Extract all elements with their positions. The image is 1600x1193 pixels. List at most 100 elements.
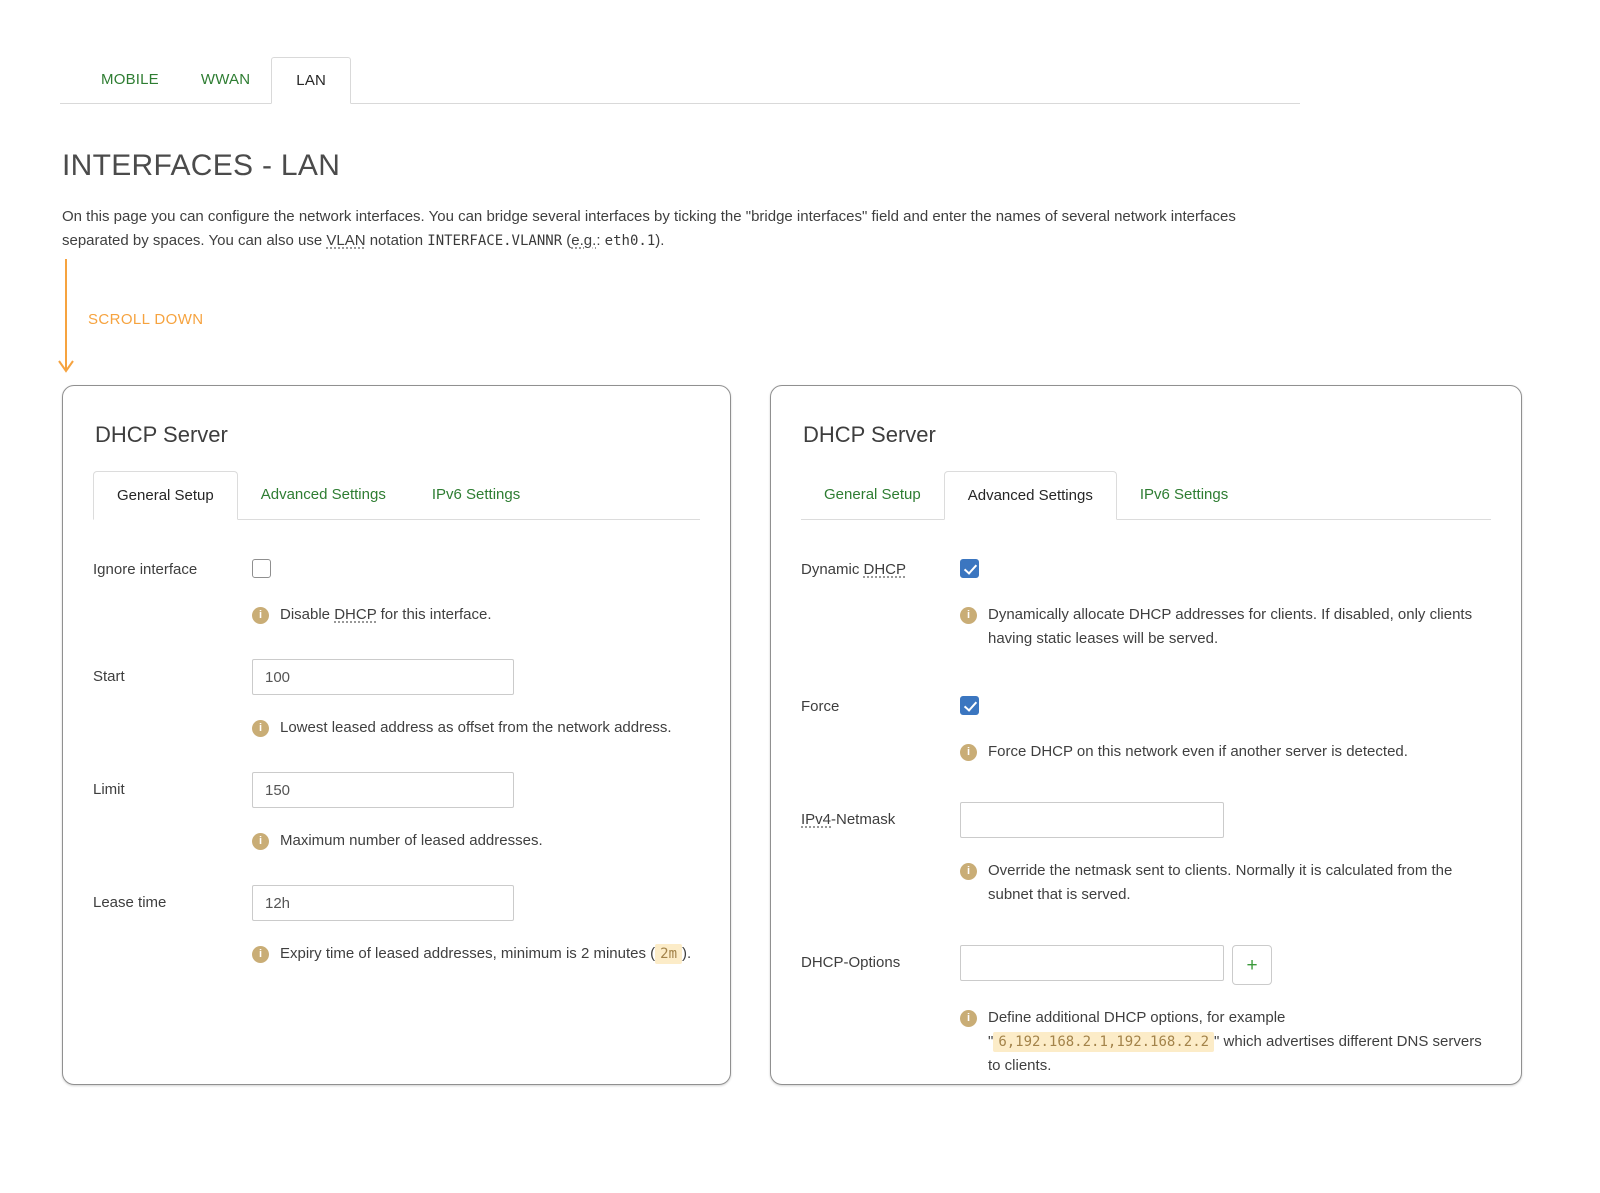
dhcp-options-input[interactable] [960,945,1224,981]
info-icon [252,720,269,737]
info-icon [252,946,269,963]
force-label: Force [801,689,960,764]
panel-title: DHCP Server [95,422,700,448]
start-help: Lowest leased address as offset from the… [280,716,672,740]
limit-help: Maximum number of leased addresses. [280,829,543,853]
row-control: + Define additional DHCP options, for ex… [960,945,1491,1078]
lease-time-help: Expiry time of leased addresses, minimum… [280,942,691,966]
tab-ipv6-settings[interactable]: IPv6 Settings [1117,471,1251,519]
help-text: Expiry time of leased addresses, minimum… [280,945,655,962]
panel-title: DHCP Server [803,422,1491,448]
row-control: Expiry time of leased addresses, minimum… [252,885,700,966]
info-icon [960,744,977,761]
tab-advanced-settings[interactable]: Advanced Settings [944,471,1117,520]
interface-vlannr-code: INTERFACE.VLANNR [427,233,562,249]
dhcp-tabs: General Setup Advanced Settings IPv6 Set… [801,471,1491,520]
limit-label: Limit [93,772,252,853]
form-row-force: Force Force DHCP on this network even if… [801,689,1491,764]
interface-tabbar: MOBILE WWAN LAN [60,57,1300,104]
row-control: Disable DHCP for this interface. [252,552,700,627]
label-text: -Netmask [831,811,895,828]
vlan-abbr: VLAN [326,232,365,249]
help-row: Expiry time of leased addresses, minimum… [252,942,700,966]
form-row-lease-time: Lease time Expiry time of leased address… [93,885,700,966]
tab-mobile[interactable]: MOBILE [80,57,180,103]
description-text: ). [655,232,664,249]
force-help: Force DHCP on this network even if anoth… [988,740,1408,764]
tab-general-setup[interactable]: General Setup [801,471,944,519]
row-control: Lowest leased address as offset from the… [252,659,700,740]
form-row-dynamic-dhcp: Dynamic DHCP Dynamically allocate DHCP a… [801,552,1491,651]
eth0-code: eth0.1 [605,233,656,249]
tab-general-setup[interactable]: General Setup [93,471,238,520]
lease-time-label: Lease time [93,885,252,966]
lease-time-min-code: 2m [655,944,682,964]
force-checkbox[interactable] [960,696,979,715]
start-label: Start [93,659,252,740]
dhcp-tabs: General Setup Advanced Settings IPv6 Set… [93,471,700,520]
info-icon [960,1010,977,1027]
dhcp-options-label: DHCP-Options [801,945,960,1078]
row-control: Dynamically allocate DHCP addresses for … [960,552,1491,651]
ipv4-netmask-help: Override the netmask sent to clients. No… [988,859,1491,907]
interface-tabs: MOBILE WWAN LAN [60,57,1300,104]
scroll-annotation: SCROLL DOWN [60,253,1600,385]
help-row: Dynamically allocate DHCP addresses for … [960,603,1491,651]
description-text: notation [366,232,428,249]
description-text: ( [562,232,571,249]
help-row: Override the netmask sent to clients. No… [960,859,1491,907]
dhcp-server-panel-advanced: DHCP Server General Setup Advanced Setti… [770,385,1522,1085]
ignore-interface-label: Ignore interface [93,552,252,627]
ipv4-abbr: IPv4 [801,811,831,828]
form-row-start: Start Lowest leased address as offset fr… [93,659,700,740]
dhcp-options-example-code: 6,192.168.2.1,192.168.2.2 [993,1032,1214,1052]
row-control: Force DHCP on this network even if anoth… [960,689,1491,764]
description-text: : [596,232,604,249]
form-row-ipv4-netmask: IPv4-Netmask Override the netmask sent t… [801,802,1491,907]
help-text: ). [682,945,691,962]
row-control: Maximum number of leased addresses. [252,772,700,853]
tab-wwan[interactable]: WWAN [180,57,271,103]
label-text: Dynamic [801,561,864,578]
help-row: Disable DHCP for this interface. [252,603,700,627]
tab-ipv6-settings[interactable]: IPv6 Settings [409,471,543,519]
dhcp-abbr: DHCP [334,606,376,623]
help-row: Force DHCP on this network even if anoth… [960,740,1491,764]
dynamic-dhcp-label: Dynamic DHCP [801,552,960,651]
ignore-interface-checkbox[interactable] [252,559,271,578]
tab-advanced-settings[interactable]: Advanced Settings [238,471,409,519]
dhcp-options-help: Define additional DHCP options, for exam… [988,1006,1491,1078]
ipv4-netmask-label: IPv4-Netmask [801,802,960,907]
help-row: Maximum number of leased addresses. [252,829,700,853]
start-input[interactable] [252,659,514,695]
info-icon [960,863,977,880]
form-row-ignore-interface: Ignore interface Disable DHCP for this i… [93,552,700,627]
info-icon [252,607,269,624]
scroll-down-arrow-icon [58,257,76,379]
form-row-dhcp-options: DHCP-Options + Define additional DHCP op… [801,945,1491,1078]
info-icon [252,833,269,850]
dynamic-dhcp-help: Dynamically allocate DHCP addresses for … [988,603,1491,651]
dhcp-abbr: DHCP [864,561,907,578]
dynamic-dhcp-checkbox[interactable] [960,559,979,578]
help-text: Disable [280,606,334,623]
scroll-down-label: SCROLL DOWN [88,311,204,328]
page-title: INTERFACES - LAN [62,149,1600,183]
dhcp-server-panel-general: DHCP Server General Setup Advanced Setti… [62,385,731,1085]
dhcp-options-input-group: + [960,945,1491,985]
dhcp-panels: DHCP Server General Setup Advanced Setti… [62,385,1600,1085]
eg-abbr: e.g. [571,232,596,249]
ignore-interface-help: Disable DHCP for this interface. [280,603,492,627]
help-row: Define additional DHCP options, for exam… [960,1006,1491,1078]
limit-input[interactable] [252,772,514,808]
lease-time-input[interactable] [252,885,514,921]
help-row: Lowest leased address as offset from the… [252,716,700,740]
ipv4-netmask-input[interactable] [960,802,1224,838]
add-dhcp-option-button[interactable]: + [1232,945,1272,985]
page-description: On this page you can configure the netwo… [62,205,1247,253]
form-row-limit: Limit Maximum number of leased addresses… [93,772,700,853]
info-icon [960,607,977,624]
tab-lan[interactable]: LAN [271,57,351,104]
help-text: for this interface. [376,606,491,623]
row-control: Override the netmask sent to clients. No… [960,802,1491,907]
